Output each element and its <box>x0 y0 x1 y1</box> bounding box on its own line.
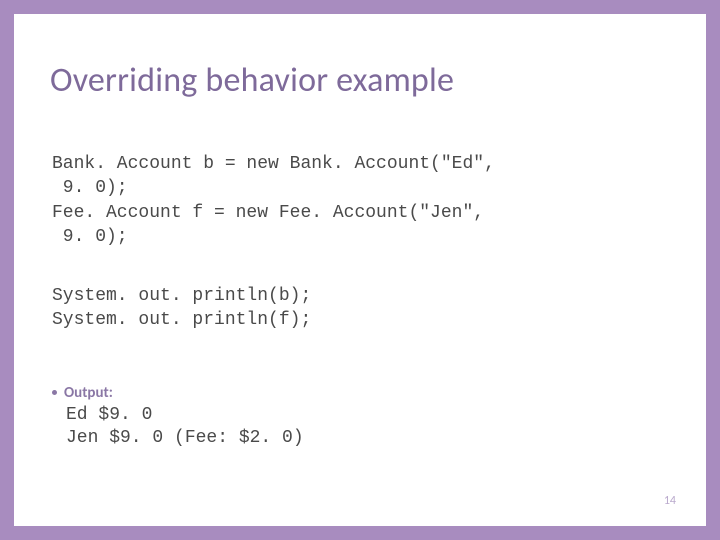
page-number: 14 <box>664 494 676 508</box>
slide: Overriding behavior example Bank. Accoun… <box>14 14 706 526</box>
code-block-declarations: Bank. Account b = new Bank. Account("Ed"… <box>52 152 495 249</box>
slide-title: Overriding behavior example <box>50 60 454 101</box>
output-label-text: Output: <box>64 384 113 402</box>
code-block-println: System. out. println(b); System. out. pr… <box>52 284 311 333</box>
output-code: Ed $9. 0 Jen $9. 0 (Fee: $2. 0) <box>66 404 304 451</box>
output-label: Output: <box>52 384 113 402</box>
bullet-icon <box>52 390 57 395</box>
